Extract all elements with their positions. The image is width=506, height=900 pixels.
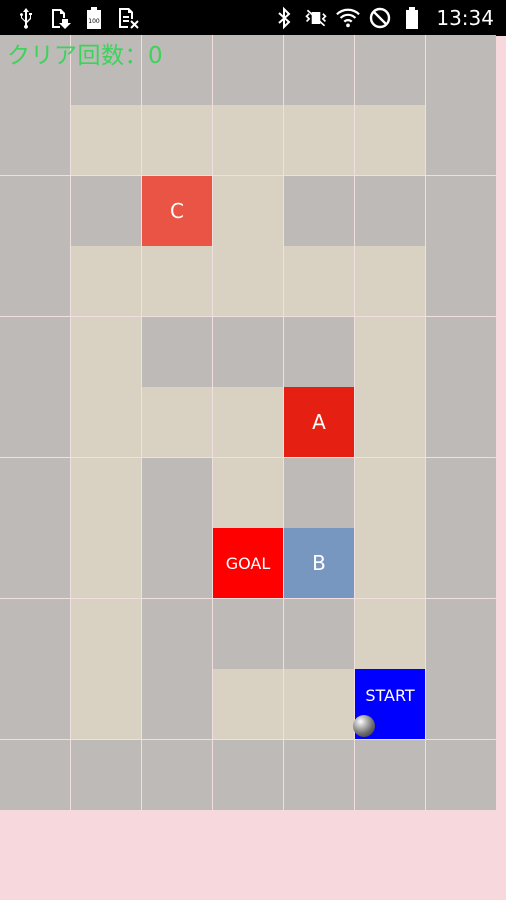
wall-cell [0,457,70,528]
wall-cell [426,528,496,599]
wall-cell [213,35,283,105]
path-cell [213,105,283,176]
wall-cell [426,35,496,105]
clock: 13:34 [436,6,494,30]
path-cell [71,316,141,387]
start-label: START [365,686,415,706]
block-a-cell: A [284,387,354,458]
path-cell [71,528,141,599]
path-cell [213,457,283,528]
path-cell [284,246,354,317]
wall-cell [142,528,212,599]
wall-cell [213,739,283,810]
wall-cell [284,175,354,246]
path-cell [71,105,141,176]
path-cell [355,105,425,176]
wall-cell [71,175,141,246]
path-cell [284,669,354,740]
wall-cell [426,457,496,528]
block-b-cell: B [284,528,354,599]
wall-cell [426,669,496,740]
block-a-label: A [312,410,326,435]
wall-cell [426,105,496,176]
path-cell [355,457,425,528]
wall-cell [142,316,212,387]
notification-icons: 100 [14,6,140,30]
wall-cell [355,739,425,810]
block-c-label: C [170,198,184,223]
wall-cell [284,598,354,669]
wall-cell [426,175,496,246]
path-cell [71,387,141,458]
wall-cell [142,669,212,740]
path-cell [355,246,425,317]
wall-cell [142,739,212,810]
wall-cell [0,105,70,176]
wall-cell [0,598,70,669]
do-not-disturb-icon [368,6,392,30]
battery-icon [400,6,424,30]
wall-cell [284,316,354,387]
wall-cell [284,35,354,105]
wall-cell [71,739,141,810]
path-cell [355,598,425,669]
wall-cell [355,175,425,246]
wall-cell [426,387,496,458]
path-cell [71,598,141,669]
clear-count-label: クリア回数：0 [7,43,164,69]
wall-cell [0,669,70,740]
path-cell [213,175,283,246]
wall-cell [0,246,70,317]
battery-saver-icon: 100 [82,6,106,30]
path-cell [213,669,283,740]
status-bar: 100 13:34 [0,0,506,36]
path-cell [71,457,141,528]
download-icon [48,6,72,30]
battery-badge: 100 [88,18,100,25]
wall-cell [284,739,354,810]
wall-cell [284,457,354,528]
wall-cell [426,316,496,387]
block-b-label: B [312,551,326,576]
wall-cell [355,35,425,105]
wall-cell [0,175,70,246]
wall-cell [0,528,70,599]
wall-cell [426,246,496,317]
wall-cell [0,387,70,458]
wall-cell [426,739,496,810]
path-cell [142,387,212,458]
path-cell [355,316,425,387]
block-c-cell: C [142,175,212,246]
path-cell [142,246,212,317]
goal-label: GOAL [225,553,271,573]
path-cell [284,105,354,176]
usb-icon [14,6,38,30]
vibrate-icon [304,6,328,30]
path-cell [71,669,141,740]
player-ball[interactable] [353,715,375,737]
goal-cell: GOAL [213,528,283,599]
path-cell [71,246,141,317]
wall-cell [142,457,212,528]
bluetooth-icon [272,6,296,30]
wifi-icon [336,6,361,30]
path-cell [142,105,212,176]
path-cell [213,387,283,458]
wall-cell [426,598,496,669]
path-cell [355,528,425,599]
maze-board[interactable]: C A GOAL B START [0,35,496,810]
system-icons: 13:34 [272,6,494,30]
wall-cell [213,598,283,669]
path-cell [213,246,283,317]
path-cell [355,387,425,458]
wall-cell [142,598,212,669]
sim-icon [116,6,140,30]
wall-cell [0,316,70,387]
wall-cell [0,739,70,810]
wall-cell [213,316,283,387]
